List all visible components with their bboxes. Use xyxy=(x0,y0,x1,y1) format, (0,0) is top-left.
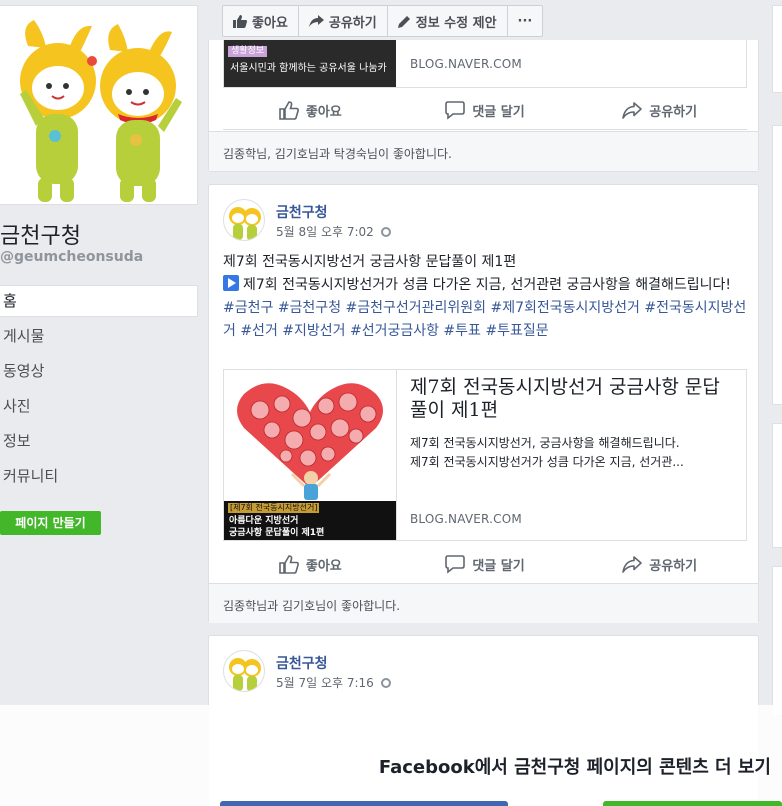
post-author[interactable]: 금천구청 xyxy=(276,202,328,222)
avatar[interactable] xyxy=(223,650,265,692)
post-card: 금천구청 5월 8일 오후 7:02 제7회 전국동시지방선거 궁금사항 문답풀… xyxy=(208,184,759,623)
link-domain: BLOG.NAVER.COM xyxy=(410,512,522,526)
nav-item-community[interactable]: 커뮤니티 xyxy=(0,460,198,495)
login-overlay: Facebook에서 금천구청 페이지의 콘텐츠 더 보기 xyxy=(0,705,782,806)
heart-balloons-illustration xyxy=(237,383,383,500)
more-icon: ··· xyxy=(517,13,533,29)
overlay-message: Facebook에서 금천구청 페이지의 콘텐츠 더 보기 xyxy=(378,757,771,778)
profile-picture[interactable] xyxy=(0,5,198,205)
likes-summary[interactable]: 김종학님과 김기호님이 좋아합니다. xyxy=(209,583,758,623)
post-body-line: 제7회 전국동시지방선거가 성큼 다가온 지금, 선거관련 궁금사항을 해결해드… xyxy=(223,274,747,297)
link-image-text: 서울시민과 함께하는 공유서울 나눔카 xyxy=(230,63,387,74)
share-button[interactable]: 공유하기 xyxy=(572,546,747,583)
nav-item-home[interactable]: 홈 xyxy=(0,285,198,317)
post-action-row: 좋아요 댓글 달기 공유하기 xyxy=(223,546,747,584)
nav-item-photos[interactable]: 사진 xyxy=(0,390,198,425)
suggest-edit-button[interactable]: 정보 수정 제안 xyxy=(388,6,508,36)
link-preview[interactable]: [제7회 전국동시지방선거] 아름다운 지방선거 궁금사항 문답풀이 제1편 제… xyxy=(223,369,747,541)
post-timestamp[interactable]: 5월 8일 오후 7:02 xyxy=(276,223,391,240)
page-like-button[interactable]: 좋아요 xyxy=(223,6,299,36)
link-image-tag: 생활정보 xyxy=(228,46,268,57)
post-body-text: 제7회 전국동시지방선거가 성큼 다가온 지금, 선거관련 궁금사항을 해결해드… xyxy=(243,277,732,293)
post-time-text: 5월 8일 오후 7:02 xyxy=(276,225,374,239)
link-desc-line: 제7회 전국동시지방선거, 궁금사항을 해결해드립니다. xyxy=(410,436,680,450)
comment-label: 댓글 달기 xyxy=(472,105,525,120)
page-share-button[interactable]: 공유하기 xyxy=(299,6,388,36)
link-preview-image: [제7회 전국동시지방선거] 아름다운 지방선거 궁금사항 문답풀이 제1편 xyxy=(224,370,397,540)
link-title[interactable]: 제7회 전국동시지방선거 궁금사항 문답풀이 제1편 xyxy=(410,376,736,422)
post-action-row: 좋아요 댓글 달기 공유하기 xyxy=(223,92,747,130)
link-image-caption: [제7회 전국동시지방선거] 아름다운 지방선거 궁금사항 문답풀이 제1편 xyxy=(224,501,396,540)
post-timestamp[interactable]: 5월 7일 오후 7:16 xyxy=(276,674,391,691)
link-preview[interactable]: 생활정보 서울시민과 함께하는 공유서울 나눔카 BLOG.NAVER.COM xyxy=(223,40,747,88)
right-column-card xyxy=(772,5,782,93)
post-author[interactable]: 금천구청 xyxy=(276,653,328,673)
page-share-label: 공유하기 xyxy=(328,15,377,31)
page-handle[interactable]: @geumcheonsuda xyxy=(0,249,143,265)
page-nav: 홈 게시물 동영상 사진 정보 커뮤니티 xyxy=(0,285,198,495)
comment-icon xyxy=(445,101,466,120)
nav-item-videos[interactable]: 동영상 xyxy=(0,355,198,390)
comment-icon xyxy=(445,555,466,574)
share-label: 공유하기 xyxy=(649,105,698,120)
post-card: 생활정보 서울시민과 함께하는 공유서울 나눔카 BLOG.NAVER.COM … xyxy=(208,40,759,172)
nav-item-about[interactable]: 정보 xyxy=(0,425,198,460)
mascot-illustration xyxy=(20,20,182,202)
likes-summary[interactable]: 김종학님, 김기호님과 탁경숙님이 좋아합니다. xyxy=(209,131,758,171)
caption-tag: [제7회 전국동시지방선거] xyxy=(228,503,320,513)
mascot-avatar-icon xyxy=(229,658,261,691)
play-button-icon xyxy=(223,275,239,291)
left-sidebar: 금천구청 @geumcheonsuda 홈 게시물 동영상 사진 정보 커뮤니티… xyxy=(0,0,200,806)
like-label: 좋아요 xyxy=(305,105,342,120)
globe-icon xyxy=(380,226,391,237)
link-description: 제7회 전국동시지방선거, 궁금사항을 해결해드립니다. 제7회 전국동시지방선… xyxy=(410,434,736,472)
comment-label: 댓글 달기 xyxy=(472,559,525,574)
share-arrow-icon xyxy=(622,102,643,119)
create-page-button[interactable]: 페이지 만들기 xyxy=(0,511,101,535)
link-domain: BLOG.NAVER.COM xyxy=(410,57,522,71)
more-options-button[interactable]: ··· xyxy=(508,6,543,36)
thumbs-up-icon xyxy=(279,555,299,574)
post-title-line: 제7회 전국동시지방선거 궁금사항 문답풀이 제1편 xyxy=(223,254,517,270)
post-hashtags[interactable]: #금천구 #금천구청 #금천구선거관리위원회 #제7회전국동시지방선거 #전국동… xyxy=(223,297,747,343)
pencil-icon xyxy=(397,15,410,28)
link-preview-body: 제7회 전국동시지방선거 궁금사항 문답풀이 제1편 제7회 전국동시지방선거,… xyxy=(410,376,736,472)
avatar[interactable] xyxy=(223,199,265,241)
share-arrow-icon xyxy=(622,556,643,573)
page-title[interactable]: 금천구청 xyxy=(0,218,81,250)
thumbs-up-icon xyxy=(233,14,247,28)
link-desc-line: 제7회 전국동시지방선거가 성큼 다가온 지금, 선거관... xyxy=(410,455,684,469)
thumbs-up-icon xyxy=(279,101,299,120)
link-preview-image: 생활정보 서울시민과 함께하는 공유서울 나눔카 xyxy=(224,40,396,87)
right-column-card xyxy=(772,566,782,716)
right-column-card xyxy=(772,423,782,548)
login-button[interactable] xyxy=(220,801,508,806)
post-time-text: 5월 7일 오후 7:16 xyxy=(276,676,374,690)
page-like-label: 좋아요 xyxy=(252,15,288,31)
signup-button[interactable] xyxy=(603,801,782,806)
share-arrow-icon xyxy=(308,15,324,27)
right-column-card xyxy=(772,125,782,405)
post-body: 제7회 전국동시지방선거 궁금사항 문답풀이 제1편 제7회 전국동시지방선거가… xyxy=(223,251,747,343)
caption-line: 궁금사항 문답풀이 제1편 xyxy=(229,528,325,538)
comment-button[interactable]: 댓글 달기 xyxy=(398,546,573,583)
comment-button[interactable]: 댓글 달기 xyxy=(398,92,573,129)
nav-item-posts[interactable]: 게시물 xyxy=(0,320,198,355)
mascot-avatar-icon xyxy=(229,207,261,240)
suggest-edit-label: 정보 수정 제안 xyxy=(415,15,497,31)
share-button[interactable]: 공유하기 xyxy=(572,92,747,129)
page-action-bar: 좋아요 공유하기 정보 수정 제안 ··· xyxy=(222,5,544,37)
like-label: 좋아요 xyxy=(305,559,342,574)
globe-icon xyxy=(380,677,391,688)
like-button[interactable]: 좋아요 xyxy=(223,92,398,129)
share-label: 공유하기 xyxy=(649,559,698,574)
caption-line: 아름다운 지방선거 xyxy=(229,516,299,526)
like-button[interactable]: 좋아요 xyxy=(223,546,398,583)
